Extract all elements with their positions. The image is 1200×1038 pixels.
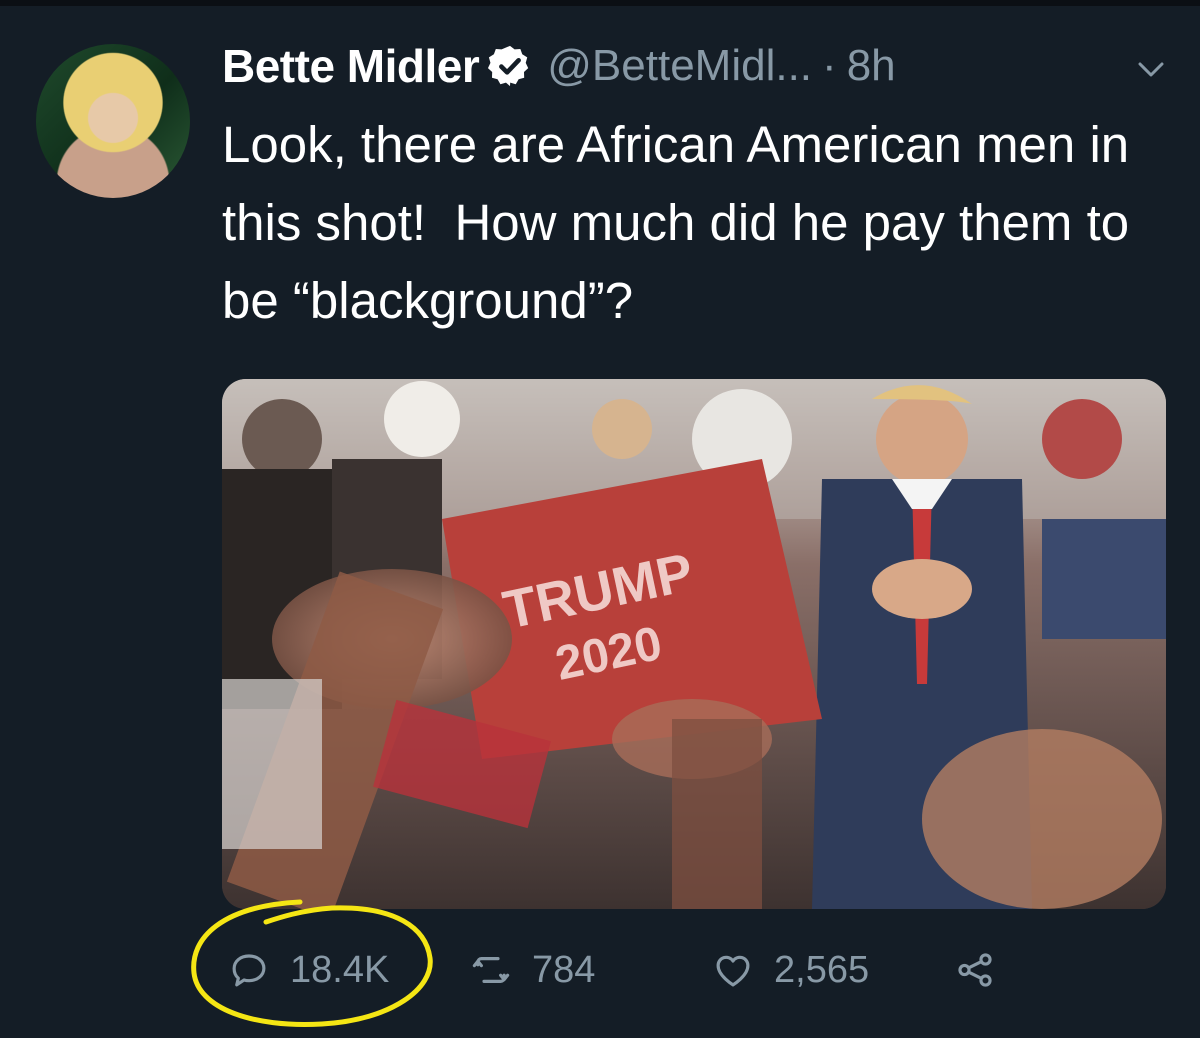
tweet[interactable]: Bette Midler @BetteMidl... · 8h Look, th…	[0, 0, 1200, 1038]
tweet-timestamp[interactable]: 8h	[847, 41, 896, 91]
share-icon	[954, 949, 996, 991]
chevron-down-icon[interactable]	[1134, 58, 1168, 82]
heart-icon	[712, 949, 754, 991]
reply-count: 18.4K	[290, 948, 390, 991]
verified-badge-icon	[487, 43, 533, 89]
reply-icon	[228, 949, 270, 991]
retweet-icon	[470, 949, 512, 991]
tweet-header: Bette Midler @BetteMidl... · 8h	[222, 34, 896, 98]
retweet-button[interactable]: 784	[470, 940, 595, 1000]
like-button[interactable]: 2,565	[712, 940, 869, 1000]
tweet-photo[interactable]: TRUMP 2020	[222, 379, 1166, 909]
retweet-count: 784	[532, 948, 596, 991]
header-separator: ·	[822, 41, 837, 90]
author-handle[interactable]: @BetteMidl...	[547, 41, 812, 91]
avatar[interactable]	[36, 44, 190, 198]
author-name[interactable]: Bette Midler	[222, 39, 480, 93]
reply-button[interactable]: 18.4K	[228, 940, 389, 1000]
tweet-text: Look, there are African American men in …	[222, 116, 1144, 329]
share-button[interactable]	[954, 940, 1016, 1000]
like-count: 2,565	[774, 948, 870, 991]
